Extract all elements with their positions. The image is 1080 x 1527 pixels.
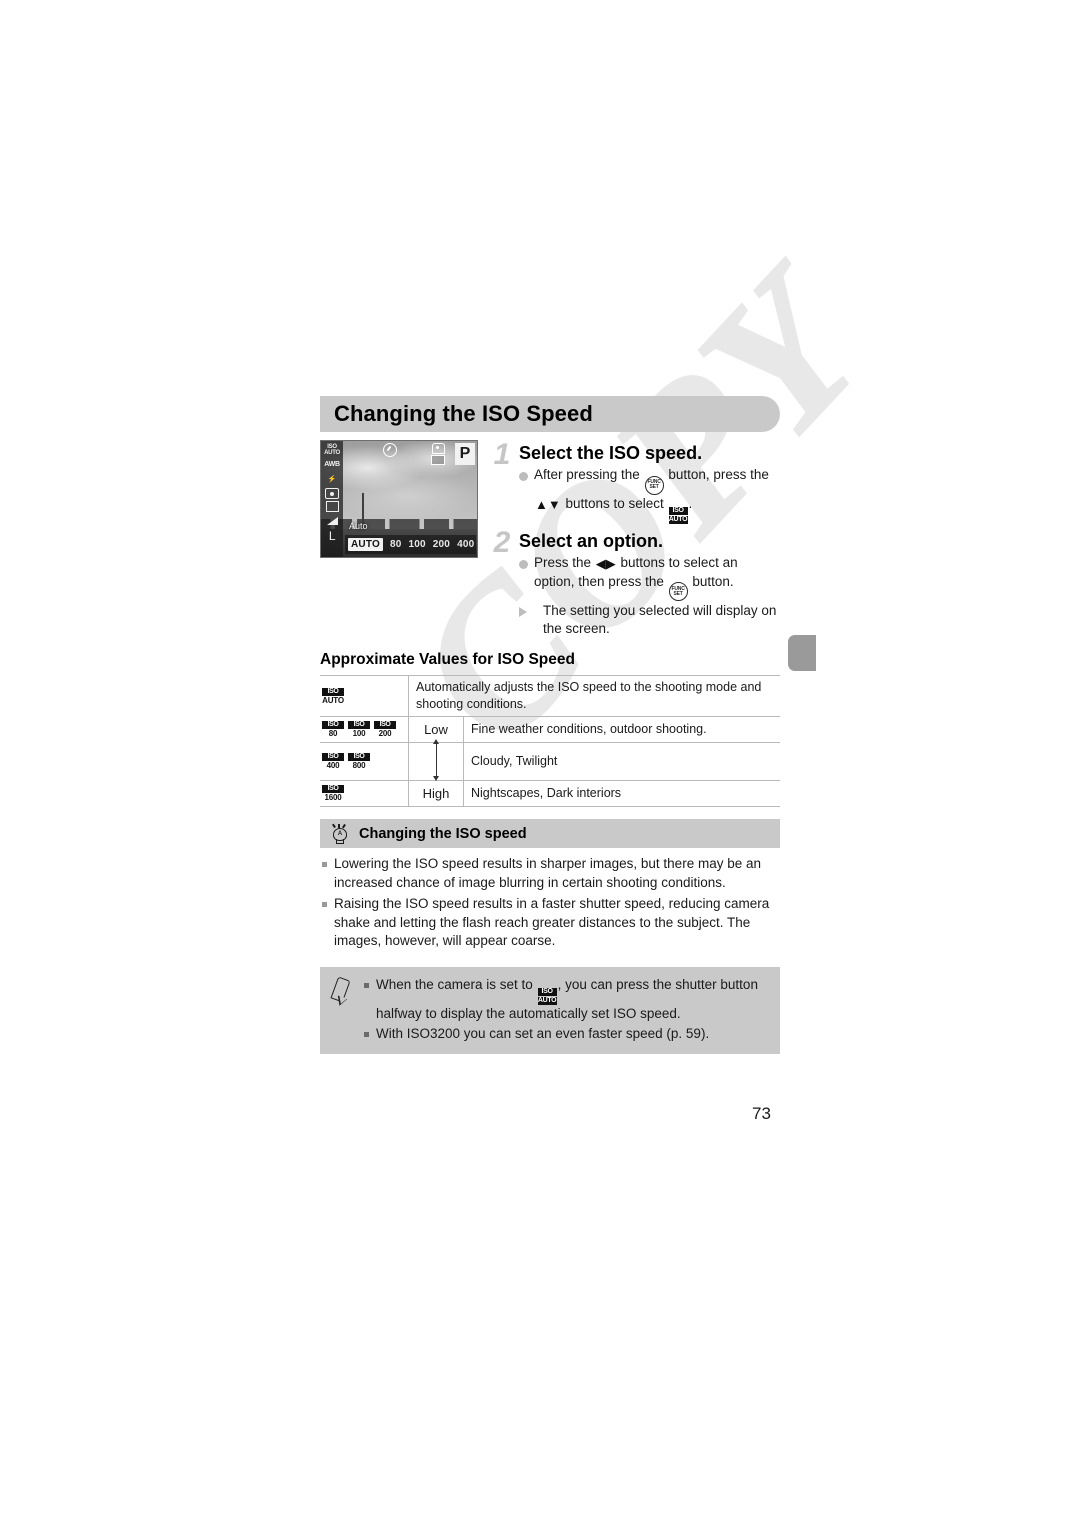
step-1-bullet-1: After pressing the FUNC SET button, press… [519, 466, 780, 524]
lcd-iso-option-200[interactable]: 200 [433, 539, 450, 550]
up-down-buttons-icon: ▲▼ [535, 496, 561, 512]
step-2-number: 2 [493, 525, 511, 559]
camera-screen-illustration: ISO AUTO AWB ⚡ L P Auto AUTO 80 100 200 … [320, 440, 478, 558]
lcd-auto-label: Auto [349, 521, 368, 531]
table-row: ISO 1600 High Nightscapes, Dark interior… [320, 780, 780, 807]
square-bullet-icon [364, 1032, 369, 1037]
func-set-button-icon: FUNC SET [644, 475, 664, 495]
iso-chip-100: ISO 100 [348, 721, 370, 738]
tip-body: Lowering the ISO speed results in sharpe… [320, 848, 780, 958]
steps-section: ISO AUTO AWB ⚡ L P Auto AUTO 80 100 200 … [320, 440, 780, 638]
table-row: ISO 400 ISO 800 Cloudy, Twilight [320, 739, 780, 781]
step-2-bullet-1-text: Press the ◀▶ buttons to select an option… [534, 554, 780, 601]
iso-chip-auto: ISO AUTO [322, 687, 344, 705]
note-item-1-text: When the camera is set to ISO AUTO, you c… [376, 976, 758, 1021]
manual-page: COPY Changing the ISO Speed ISO AUTO AWB … [0, 0, 1080, 1527]
tip-header: A Changing the ISO speed [320, 819, 780, 848]
note-item-1: When the camera is set to ISO AUTO, you c… [364, 976, 768, 1024]
table-row: ISO 80 ISO 100 ISO 200 Low Fine weather … [320, 716, 780, 743]
page-title: Changing the ISO Speed [334, 401, 593, 426]
row-3-description: Cloudy, Twilight [463, 742, 780, 781]
steps-text: 1 Select the ISO speed. After pressing t… [492, 440, 780, 638]
note-box: When the camera is set to ISO AUTO, you c… [320, 966, 780, 1054]
tip-item-2-text: Raising the ISO speed results in a faste… [334, 896, 770, 948]
lcd-left-icon-strip: ISO AUTO AWB ⚡ L [321, 441, 343, 557]
iso-chip-200: ISO 200 [374, 721, 396, 738]
func-set-button-icon: FUNC SET [668, 582, 688, 601]
step-2-bullet-1: Press the ◀▶ buttons to select an option… [519, 554, 780, 601]
iso-chip-400: ISO 400 [322, 753, 344, 770]
tip-item-1: Lowering the ISO speed results in sharpe… [322, 855, 778, 892]
low-to-high-arrow-icon [408, 739, 464, 781]
bullet-dot-icon [519, 559, 528, 569]
lcd-metering-mode-icon [325, 488, 339, 499]
bullet-dot-icon [519, 472, 528, 481]
square-bullet-icon [322, 902, 327, 907]
lcd-iso-option-auto[interactable]: AUTO [348, 538, 383, 551]
lcd-timer-icon [383, 443, 397, 457]
lcd-top-overlay: P [347, 443, 475, 465]
step-2-bullet-2: The setting you selected will display on… [519, 602, 780, 638]
step-2: 2 Select an option. Press the ◀▶ buttons… [492, 525, 780, 639]
row-1-description: Automatically adjusts the ISO speed to t… [408, 675, 780, 717]
step-1-number: 1 [493, 438, 511, 471]
lcd-compression-icon [324, 514, 341, 527]
tip-title: Changing the ISO speed [359, 825, 527, 842]
row-2-description: Fine weather conditions, outdoor shootin… [463, 716, 780, 743]
chapter-edge-tab [788, 635, 816, 671]
step-1-bullet-1-text: After pressing the FUNC SET button, press… [534, 467, 769, 524]
page-number: 73 [752, 1104, 771, 1123]
lightbulb-icon: A [330, 823, 348, 844]
step-2-title: Select an option. [519, 530, 664, 551]
lcd-iso-option-bar[interactable]: AUTO 80 100 200 400 ▸ [345, 535, 476, 554]
page-content: Changing the ISO Speed ISO AUTO AWB ⚡ L … [320, 396, 780, 1054]
row-2-iso-icons: ISO 80 ISO 100 ISO 200 [320, 716, 409, 743]
lcd-image-size-icon: L [328, 528, 336, 543]
square-bullet-icon [322, 862, 327, 867]
note-item-2-text: With ISO3200 you can set an even faster … [376, 1026, 710, 1041]
pencil-icon [330, 975, 354, 1007]
lcd-shooting-mode-icon: P [455, 443, 475, 465]
iso-auto-icon: ISO AUTO [668, 506, 688, 524]
step-1-title: Select the ISO speed. [519, 443, 703, 463]
row-4-iso-icons: ISO 1600 [320, 780, 409, 807]
lcd-is-mode-icon [431, 443, 445, 465]
lcd-iso-auto-icon: ISO AUTO [324, 443, 340, 456]
section-heading-bar: Changing the ISO Speed [320, 396, 780, 432]
step-1: 1 Select the ISO speed. After pressing t… [492, 438, 780, 524]
iso-chip-800: ISO 800 [348, 753, 370, 770]
row-4-level-label: High [408, 780, 464, 807]
iso-values-table: ISO AUTO Automatically adjusts the ISO s… [320, 675, 780, 807]
lcd-white-balance-icon: AWB [324, 460, 340, 468]
left-right-buttons-icon: ◀▶ [595, 555, 616, 571]
triangle-bullet-icon [519, 607, 537, 617]
row-1-iso-icons: ISO AUTO [320, 675, 409, 717]
lcd-iso-option-80[interactable]: 80 [390, 539, 402, 550]
table-row: ISO AUTO Automatically adjusts the ISO s… [320, 675, 780, 717]
row-3-iso-icons: ISO 400 ISO 800 [320, 742, 409, 781]
square-bullet-icon [364, 982, 369, 988]
note-list: When the camera is set to ISO AUTO, you c… [364, 976, 768, 1044]
iso-chip-80: ISO 80 [322, 721, 344, 738]
step-2-bullet-2-text: The setting you selected will display on… [543, 603, 777, 636]
iso-auto-icon: ISO AUTO [537, 987, 557, 1005]
row-4-description: Nightscapes, Dark interiors [463, 780, 780, 807]
lcd-iso-option-100[interactable]: 100 [408, 539, 425, 550]
lcd-flash-off-icon: ⚡ [327, 475, 337, 483]
table-title: Approximate Values for ISO Speed [320, 651, 575, 668]
lcd-drive-mode-icon [325, 501, 339, 512]
note-item-2: With ISO3200 you can set an even faster … [364, 1025, 768, 1044]
tip-item-2: Raising the ISO speed results in a faste… [322, 895, 778, 951]
lcd-iso-option-400[interactable]: 400 [457, 539, 474, 550]
iso-chip-1600: ISO 1600 [322, 785, 344, 802]
tip-item-1-text: Lowering the ISO speed results in sharpe… [334, 856, 761, 890]
